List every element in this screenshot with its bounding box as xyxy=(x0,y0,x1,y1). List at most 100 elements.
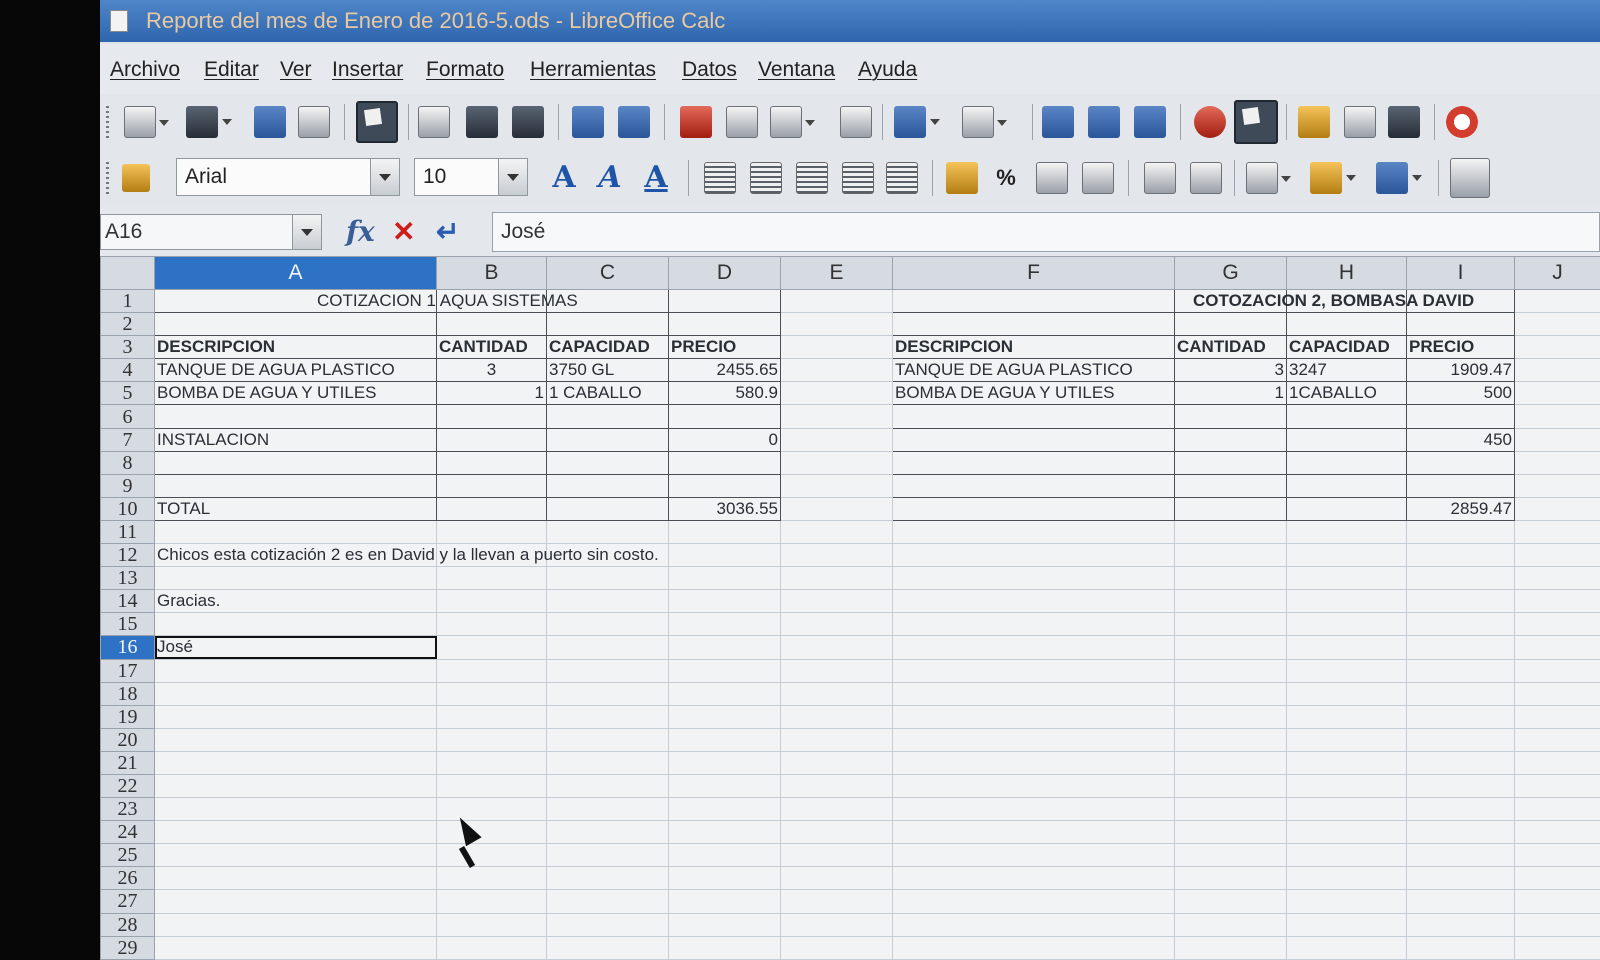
cell-d13[interactable] xyxy=(668,566,781,591)
cell-j22[interactable] xyxy=(1514,773,1600,799)
row-header[interactable]: 7 xyxy=(100,427,155,452)
cell-j8[interactable] xyxy=(1514,450,1600,475)
cell-b18[interactable] xyxy=(436,681,547,706)
cell-a6[interactable] xyxy=(154,404,437,429)
column-header-b[interactable]: B xyxy=(436,256,547,290)
row-header[interactable]: 14 xyxy=(100,589,155,614)
cell-g26[interactable] xyxy=(1174,866,1287,891)
cell-j14[interactable] xyxy=(1514,589,1600,614)
cell-g29[interactable] xyxy=(1174,935,1287,960)
cell-a27[interactable] xyxy=(154,889,437,914)
cell-f12[interactable] xyxy=(892,543,1175,568)
print-icon[interactable] xyxy=(466,106,498,138)
row-header[interactable]: 23 xyxy=(100,797,155,822)
cell-d25[interactable] xyxy=(668,843,781,868)
paste-icon[interactable] xyxy=(770,106,815,138)
cell-g8[interactable] xyxy=(1174,450,1287,475)
cell-e6[interactable] xyxy=(780,404,893,429)
column-header-e[interactable]: E xyxy=(780,256,893,290)
cell-h29[interactable] xyxy=(1286,935,1407,960)
row-header[interactable]: 1 xyxy=(100,288,155,314)
row-header[interactable]: 29 xyxy=(100,935,155,960)
cell-i24[interactable] xyxy=(1406,820,1515,845)
row-header[interactable]: 11 xyxy=(100,519,155,545)
cell-g13[interactable] xyxy=(1174,566,1287,591)
cell-b2[interactable] xyxy=(436,312,547,337)
cell-g17[interactable] xyxy=(1174,658,1287,683)
cell-e20[interactable] xyxy=(780,727,893,752)
cell-c20[interactable] xyxy=(546,727,669,752)
cell-d2[interactable] xyxy=(668,312,781,337)
cell-j6[interactable] xyxy=(1514,404,1600,429)
cell-g21[interactable] xyxy=(1174,750,1287,775)
cell-h19[interactable] xyxy=(1286,704,1407,729)
cell-c15[interactable] xyxy=(546,612,669,637)
cell-c11[interactable] xyxy=(546,519,669,545)
cell-i17[interactable] xyxy=(1406,658,1515,683)
cell-j3[interactable] xyxy=(1514,335,1600,360)
cell-a20[interactable] xyxy=(154,727,437,752)
cell-i27[interactable] xyxy=(1406,889,1515,914)
cell-f24[interactable] xyxy=(892,820,1175,845)
cell-j24[interactable] xyxy=(1514,820,1600,845)
column-header-g[interactable]: G xyxy=(1174,256,1287,290)
cell-i6[interactable] xyxy=(1406,404,1515,429)
row-header[interactable]: 15 xyxy=(100,612,155,637)
cell-f15[interactable] xyxy=(892,612,1175,637)
row-header[interactable]: 8 xyxy=(100,450,155,475)
cell-c19[interactable] xyxy=(546,704,669,729)
row-header[interactable]: 2 xyxy=(100,312,155,337)
cell-f20[interactable] xyxy=(892,727,1175,752)
cell-d22[interactable] xyxy=(668,773,781,799)
cell-c24[interactable] xyxy=(546,820,669,845)
cell-h22[interactable] xyxy=(1286,773,1407,799)
cell-a8[interactable] xyxy=(154,450,437,475)
cell-d14[interactable] xyxy=(668,589,781,614)
cancel-icon[interactable]: ✕ xyxy=(392,218,415,246)
edit-mode-icon[interactable] xyxy=(356,101,398,143)
menu-datos[interactable]: Datos xyxy=(682,58,737,82)
cell-i19[interactable] xyxy=(1406,704,1515,729)
cell-i7[interactable]: 450 xyxy=(1406,427,1515,452)
cell-h28[interactable] xyxy=(1286,912,1407,937)
cell-e13[interactable] xyxy=(780,566,893,591)
cell-b25[interactable] xyxy=(436,843,547,868)
percent-format-icon[interactable]: % xyxy=(990,162,1022,194)
menu-archivo[interactable]: Archivo xyxy=(110,58,180,82)
cell-b21[interactable] xyxy=(436,750,547,775)
cell-d29[interactable] xyxy=(668,935,781,960)
menu-ventana[interactable]: Ventana xyxy=(758,58,835,82)
cell-b29[interactable] xyxy=(436,935,547,960)
cell-j29[interactable] xyxy=(1514,935,1600,960)
cell-c8[interactable] xyxy=(546,450,669,475)
cell-g11[interactable] xyxy=(1174,519,1287,545)
menu-ver[interactable]: Ver xyxy=(280,58,312,82)
cell-g18[interactable] xyxy=(1174,681,1287,706)
cell-g14[interactable] xyxy=(1174,589,1287,614)
cell-d1[interactable] xyxy=(668,288,781,314)
formula-input[interactable]: José xyxy=(492,212,1600,252)
cell-j12[interactable] xyxy=(1514,543,1600,568)
cell-d4[interactable]: 2455.65 xyxy=(668,358,781,383)
sidebar-toggle-icon[interactable] xyxy=(1450,158,1490,198)
cell-h7[interactable] xyxy=(1286,427,1407,452)
cell-g12[interactable] xyxy=(1174,543,1287,568)
cell-b9[interactable] xyxy=(436,473,547,498)
cell-a14[interactable]: Gracias. xyxy=(154,589,437,614)
cell-f5[interactable]: BOMBA DE AGUA Y UTILES xyxy=(892,381,1175,406)
cell-b22[interactable] xyxy=(436,773,547,799)
cell-f9[interactable] xyxy=(892,473,1175,498)
cell-a16[interactable]: José xyxy=(154,635,437,660)
cell-d20[interactable] xyxy=(668,727,781,752)
row-header[interactable]: 21 xyxy=(100,750,155,775)
cell-j25[interactable] xyxy=(1514,843,1600,868)
cell-c9[interactable] xyxy=(546,473,669,498)
cell-a19[interactable] xyxy=(154,704,437,729)
column-header-h[interactable]: H xyxy=(1286,256,1407,290)
cell-i2[interactable] xyxy=(1406,312,1515,337)
menu-ayuda[interactable]: Ayuda xyxy=(858,58,917,82)
row-header[interactable]: 3 xyxy=(100,335,155,360)
cell-e24[interactable] xyxy=(780,820,893,845)
cell-c3[interactable]: CAPACIDAD xyxy=(546,335,669,360)
cell-b8[interactable] xyxy=(436,450,547,475)
